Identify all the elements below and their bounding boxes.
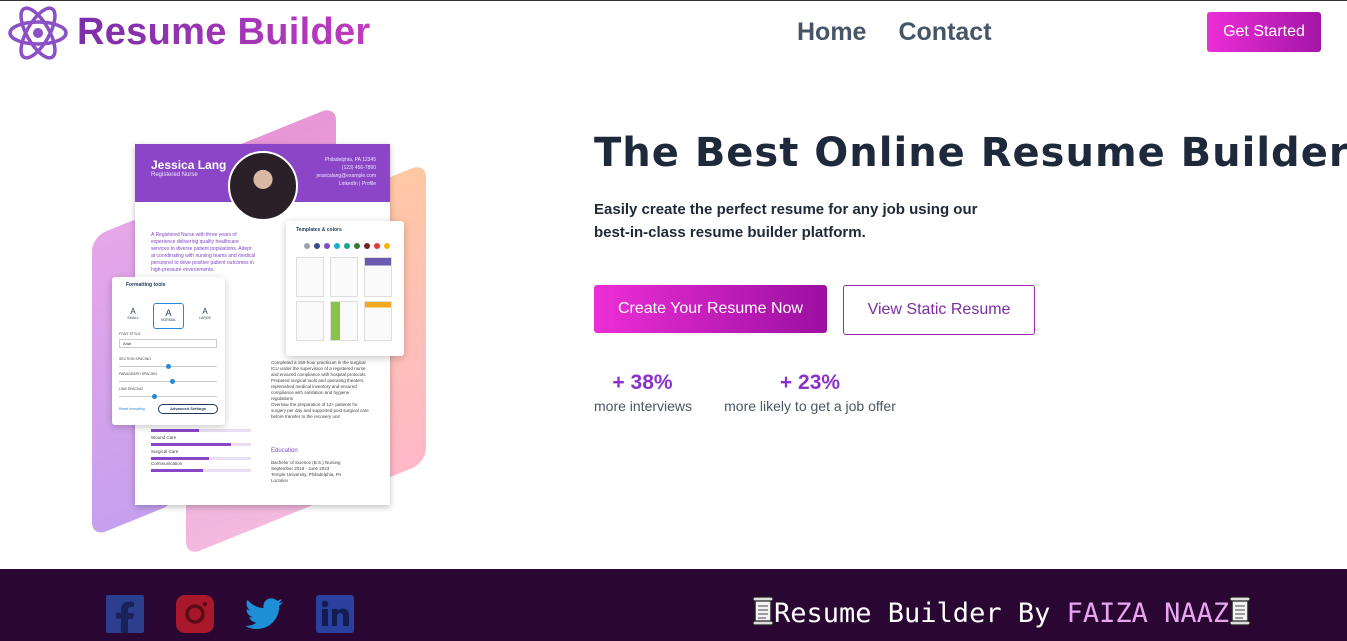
advanced-settings-button[interactable]: Advanced Settings <box>158 404 218 414</box>
resume-contact: Philadelphia, PA 12345 (123) 456-7890 je… <box>316 157 376 187</box>
color-swatch[interactable] <box>314 243 320 249</box>
size-normal[interactable]: A NORMAL <box>153 303 184 329</box>
template-thumbnail[interactable] <box>364 257 392 297</box>
resume-role: Registered Nurse <box>151 172 198 178</box>
template-thumbnail[interactable] <box>296 301 324 341</box>
view-static-resume-button[interactable]: View Static Resume <box>843 285 1035 335</box>
stat-label: more likely to get a job offer <box>724 398 896 414</box>
nav-home[interactable]: Home <box>797 18 866 47</box>
nav-contact[interactable]: Contact <box>898 18 991 47</box>
scroll-icon <box>752 596 774 626</box>
main-nav: Home Contact <box>797 18 992 47</box>
skill-bar <box>151 469 203 472</box>
color-swatch[interactable] <box>364 243 370 249</box>
line-spacing-slider[interactable] <box>119 394 217 399</box>
reset-formatting-link[interactable]: Reset formatting <box>119 407 145 411</box>
skill-bar <box>151 443 231 446</box>
resume-summary: A Registered Nurse with three years of e… <box>151 232 256 273</box>
linkedin-icon[interactable] <box>316 595 354 633</box>
education-heading: Education <box>271 448 298 454</box>
skill-bar <box>151 429 199 432</box>
education-details: Bachelor of Science (B.S.) Nursing Septe… <box>271 460 342 483</box>
avatar <box>228 151 298 221</box>
hero-illustration: Jessica Lang Registered Nurse Philadelph… <box>88 100 433 557</box>
stat-value: + 38% <box>612 371 673 394</box>
stat-interviews: + 38% more interviews <box>594 371 693 414</box>
section-spacing-slider[interactable] <box>119 364 217 369</box>
scroll-icon <box>1229 596 1251 626</box>
template-thumbnail[interactable] <box>364 301 392 341</box>
paragraph-spacing-slider[interactable] <box>119 379 217 384</box>
color-swatch[interactable] <box>374 243 380 249</box>
create-resume-button[interactable]: Create Your Resume Now <box>594 285 827 333</box>
font-select[interactable]: Arial <box>119 339 217 348</box>
color-swatch[interactable] <box>334 243 340 249</box>
skill-bar <box>151 457 209 460</box>
react-atom-icon[interactable] <box>6 1 70 65</box>
stat-label: more interviews <box>594 398 693 414</box>
hero-title: The Best Online Resume Builder <box>594 130 1347 176</box>
stat-job-offer: + 23% more likely to get a job offer <box>724 371 896 414</box>
site-header: Resume Builder Home Contact Get Started <box>0 1 1347 63</box>
template-thumbnail[interactable] <box>330 257 358 297</box>
template-thumbnail[interactable] <box>330 301 358 341</box>
facebook-icon[interactable] <box>106 595 144 633</box>
footer-credit: Resume Builder By FAIZA NAAZ <box>752 596 1251 629</box>
skill-label: Surgical Care <box>151 449 179 454</box>
color-swatch[interactable] <box>304 243 310 249</box>
size-large[interactable]: A LARGE <box>192 307 218 327</box>
color-swatch[interactable] <box>324 243 330 249</box>
resume-name: Jessica Lang <box>151 158 227 172</box>
work-bullets: Completed a 150-hour practicum in the su… <box>271 360 369 419</box>
get-started-button[interactable]: Get Started <box>1207 12 1321 52</box>
color-swatch[interactable] <box>344 243 350 249</box>
brand-name[interactable]: Resume Builder <box>77 11 371 54</box>
templates-panel-title: Templates & colors <box>296 227 342 233</box>
template-thumbnail[interactable] <box>296 257 324 297</box>
author-name: FAIZA NAAZ <box>1066 598 1230 629</box>
footer-credit-text: Resume Builder By <box>774 598 1067 629</box>
skill-label: Communication <box>151 461 183 466</box>
templates-panel: Templates & colors <box>286 221 404 356</box>
skill-label: Wound Care <box>151 435 177 440</box>
hero-subtitle: Easily create the perfect resume for any… <box>594 201 978 241</box>
twitter-icon[interactable] <box>245 595 283 633</box>
instagram-icon[interactable] <box>176 595 214 633</box>
size-small[interactable]: A SMALL <box>120 307 146 327</box>
stat-value: + 23% <box>779 371 841 394</box>
site-footer: Resume Builder By FAIZA NAAZ <box>0 569 1347 641</box>
formatting-panel-title: Formatting tools <box>126 282 166 288</box>
formatting-panel: Formatting tools A SMALL A NORMAL A LARGE F… <box>112 277 225 425</box>
color-swatch[interactable] <box>354 243 360 249</box>
color-swatch[interactable] <box>384 243 390 249</box>
